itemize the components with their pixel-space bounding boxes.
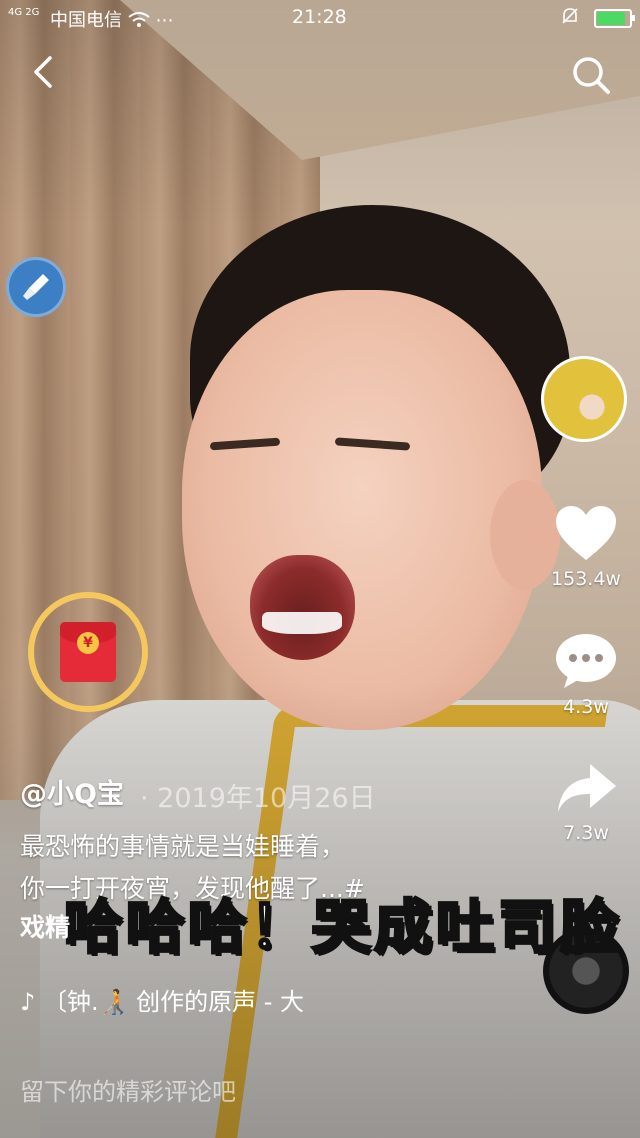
yuan-coin-icon: ¥ (77, 632, 99, 654)
red-packet-icon[interactable]: ¥ (60, 622, 116, 682)
like-button[interactable]: 153.4w (548, 504, 624, 590)
wifi-icon (128, 10, 156, 31)
author-name[interactable]: @小Q宝 (20, 772, 124, 811)
back-arrow-icon[interactable] (26, 52, 66, 92)
caption-hashtag[interactable]: 戏精 (20, 908, 70, 944)
comment-bubble-icon (556, 634, 616, 688)
heart-icon (556, 506, 616, 560)
mute-bell-icon (560, 6, 580, 31)
author-avatar[interactable] (541, 356, 627, 442)
share-count: 7.3w (563, 822, 609, 844)
signal-indicator: 4G 2G (8, 7, 40, 18)
more-dots: ⋯ (155, 10, 174, 31)
comment-button[interactable]: 4.3w (548, 632, 624, 718)
battery-level (597, 12, 625, 25)
share-arrow-icon (558, 764, 616, 812)
search-icon[interactable] (568, 52, 614, 98)
battery-icon (594, 9, 635, 28)
video-overlay-text: 哈哈哈！哭成吐司脸 (62, 892, 623, 963)
carrier-name: 中国电信 ⋯ (50, 10, 174, 31)
post-date: · 2019年10月26日 (140, 783, 376, 814)
music-title[interactable]: ♪ 〔钟.🧑‍🦯 创作的原声 - 大 (20, 982, 304, 1017)
comment-count: 4.3w (563, 696, 609, 718)
brush-icon[interactable] (6, 257, 66, 317)
like-count: 153.4w (551, 568, 621, 590)
clock: 21:28 (292, 6, 347, 28)
status-bar: 4G 2G 中国电信 ⋯ 21:28 (0, 0, 640, 34)
comment-input[interactable]: 留下你的精彩评论吧 (20, 1072, 236, 1107)
share-button[interactable]: 7.3w (548, 760, 624, 844)
